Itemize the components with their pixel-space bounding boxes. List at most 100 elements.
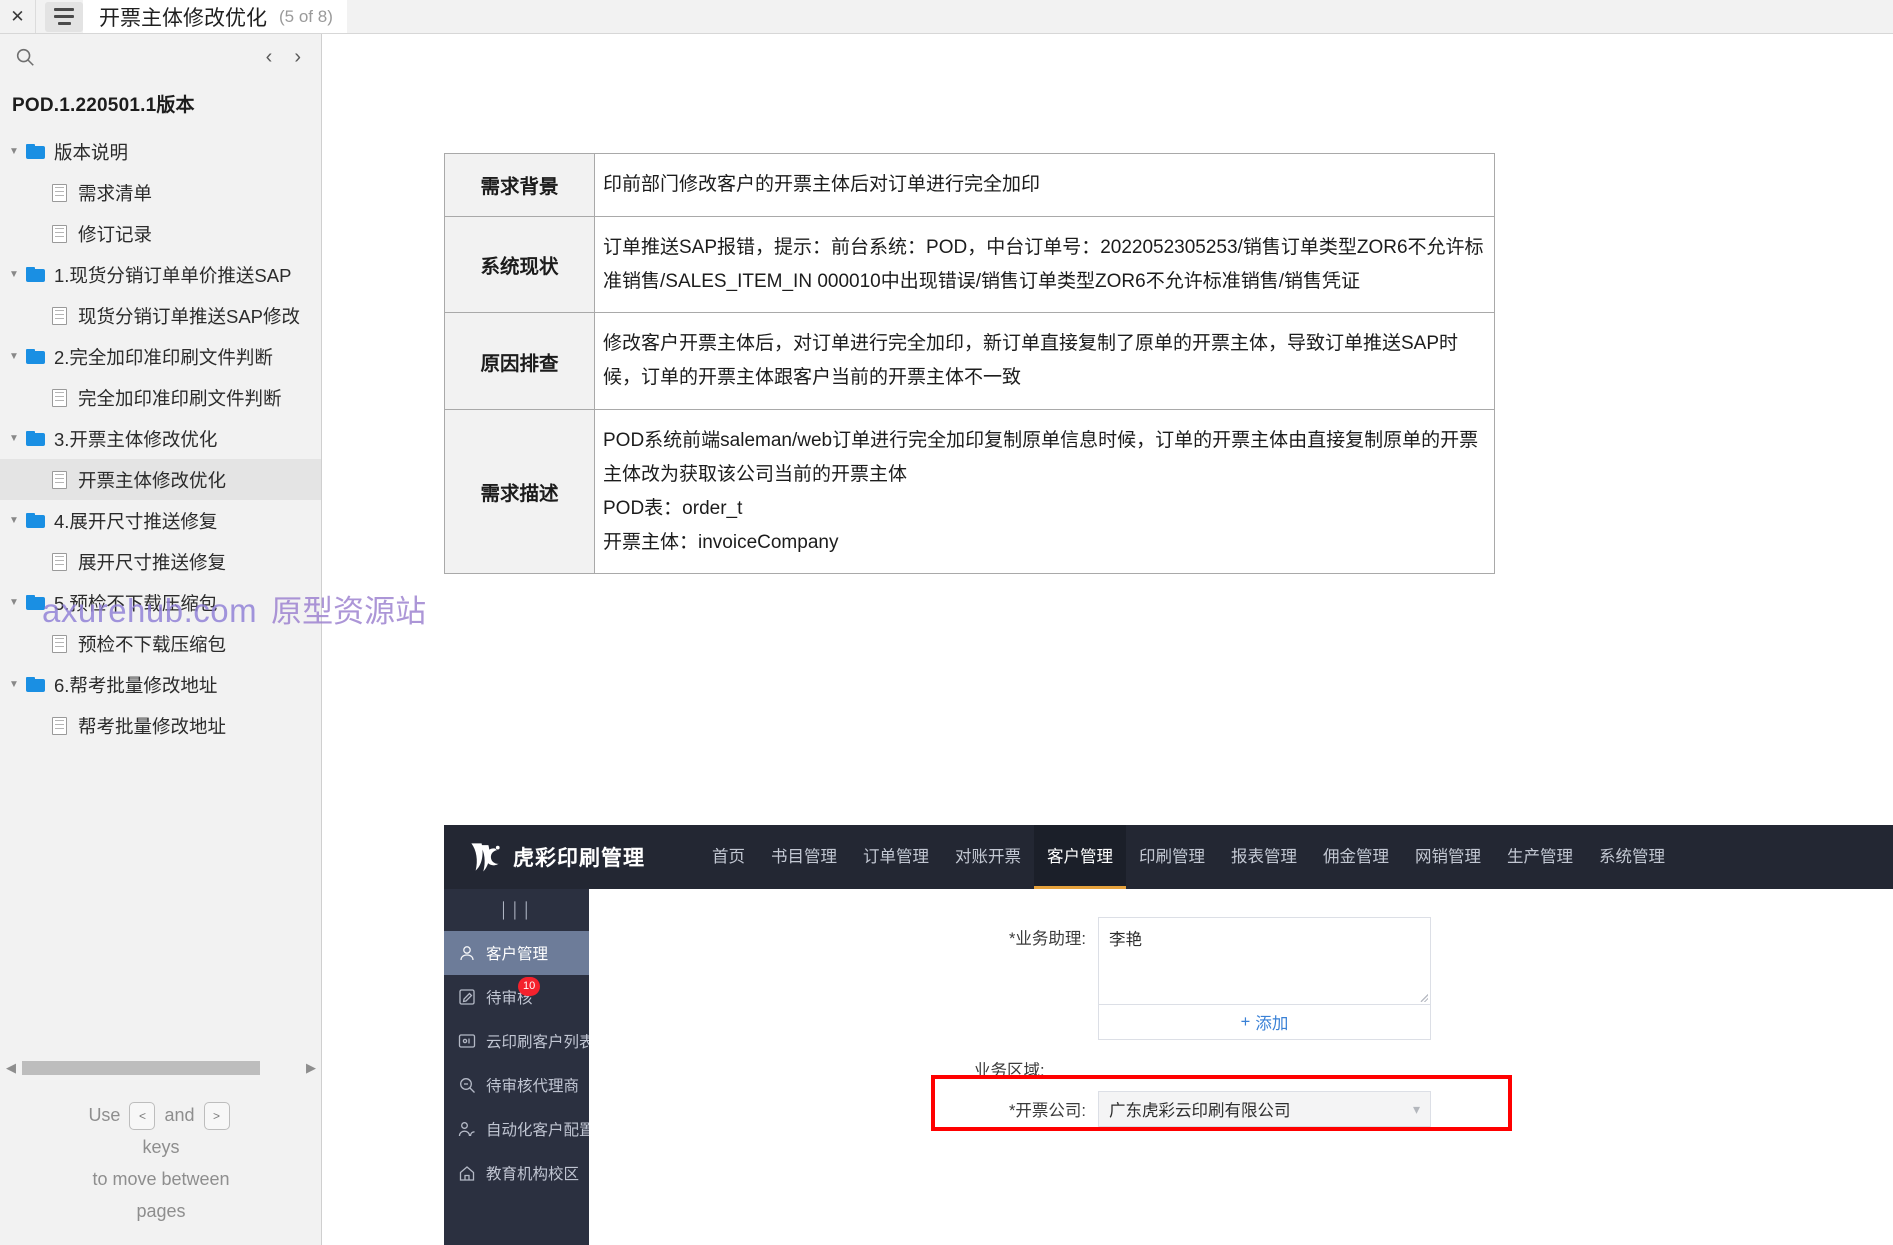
app-sidebar-item[interactable]: 自动化客户配置 — [444, 1107, 595, 1151]
page-icon — [52, 634, 67, 653]
prototype-canvas: 需求背景 印前部门修改客户的开票主体后对订单进行完全加印 系统现状 订单推送SAP报错… — [323, 34, 1893, 1245]
scrollbar-track[interactable] — [22, 1061, 300, 1075]
sitemap-sidebar: ‹ › POD.1.220501.1版本 ▼ 版本说明需求清单修订记录 ▼ 1.现货分… — [0, 34, 322, 1245]
app-nav-menu: 首页 书目管理 订单管理 对账开票 客户管理 印刷管理 报表管理 佣金管理 网销管理 生产管理 系统… — [699, 825, 1678, 889]
app-logo[interactable]: 虎彩印刷管理 — [466, 840, 645, 874]
tree-item-label: 6.帮考批量修改地址 — [54, 674, 218, 696]
tree-folder-item[interactable]: ▼ 版本说明 — [0, 131, 321, 172]
table-row-value: POD系统前端saleman/web订单进行完全加印复制原单信息时候，订单的开票… — [594, 409, 1495, 575]
hint-line-2: keys — [142, 1137, 180, 1157]
hamburger-line — [57, 22, 71, 25]
tree-page-item[interactable]: 需求清单 — [0, 172, 321, 213]
invoice-company-value: 广东虎彩云印刷有限公司 — [1109, 1102, 1291, 1120]
app-sidebar-item[interactable]: 云印刷客户列表 — [444, 1019, 595, 1063]
folder-icon — [26, 431, 45, 446]
assistant-textarea[interactable]: 李艳 — [1098, 917, 1431, 1005]
app-nav-item[interactable]: 系统管理 — [1586, 825, 1678, 889]
next-page-button[interactable]: › — [294, 47, 301, 67]
folder-icon — [26, 267, 45, 282]
tree-folder-item[interactable]: ▼ 4.展开尺寸推送修复 — [0, 500, 321, 541]
app-nav-item[interactable]: 印刷管理 — [1126, 825, 1218, 889]
tree-page-item[interactable]: 帮考批量修改地址 — [0, 705, 321, 746]
app-nav-item[interactable]: 订单管理 — [850, 825, 942, 889]
hamburger-line — [54, 15, 74, 18]
tree-page-item[interactable]: 完全加印准印刷文件判断 — [0, 377, 321, 418]
brand-name: 虎彩印刷管理 — [513, 847, 645, 870]
search-doc-icon — [460, 1078, 475, 1093]
tree-item-label: 5.预检不下载压缩包 — [54, 592, 218, 614]
tree-page-item[interactable]: 展开尺寸推送修复 — [0, 541, 321, 582]
app-sidebar-item-label: 云印刷客户列表 — [486, 1034, 595, 1051]
key-next-icon: > — [203, 1102, 230, 1131]
tree-item-label: 4.展开尺寸推送修复 — [54, 510, 218, 532]
chevron-down-icon[interactable]: ▼ — [2, 146, 26, 157]
tree-page-item[interactable]: 现货分销订单推送SAP修改 — [0, 295, 321, 336]
close-icon[interactable]: ✕ — [0, 0, 36, 33]
invoice-company-select[interactable]: 广东虎彩云印刷有限公司 ▾ — [1098, 1091, 1431, 1127]
hamburger-icon[interactable] — [45, 1, 83, 32]
app-nav-item[interactable]: 书目管理 — [758, 825, 850, 889]
app-sidebar-item[interactable]: 客户管理 — [444, 931, 589, 975]
app-nav-item[interactable]: 生产管理 — [1494, 825, 1586, 889]
tree-page-item[interactable]: 预检不下载压缩包 — [0, 623, 321, 664]
chevron-down-icon[interactable]: ▼ — [2, 597, 26, 608]
chevron-down-icon[interactable]: ▼ — [2, 433, 26, 444]
chevron-down-icon: ▾ — [1412, 1100, 1420, 1117]
table-cell-line: POD系统前端saleman/web订单进行完全加印复制原单信息时候，订单的开票… — [603, 430, 1479, 485]
tree-item-label: 需求清单 — [78, 182, 153, 204]
scroll-right-icon[interactable]: ▶ — [300, 1060, 322, 1076]
requirement-table: 需求背景 印前部门修改客户的开票主体后对订单进行完全加印 系统现状 订单推送SAP报错… — [444, 153, 1495, 575]
page-counter: (5 of 8) — [279, 6, 333, 26]
invoice-company-label: *开票公司: — [1008, 1102, 1086, 1120]
app-sidebar-item-label: 教育机构校区 — [486, 1166, 580, 1183]
app-nav-item[interactable]: 网销管理 — [1402, 825, 1494, 889]
app-sidebar-item[interactable]: 待审核代理商 — [444, 1063, 589, 1107]
page-icon — [52, 183, 67, 202]
app-sidebar-item-label: 自动化客户配置 — [486, 1122, 595, 1139]
sitemap-tree: ▼ 版本说明需求清单修订记录 ▼ 1.现货分销订单单价推送SAP 现货分销订单推送SAP… — [0, 131, 321, 746]
sidebar-horizontal-scrollbar[interactable]: ◀ ▶ — [0, 1055, 322, 1081]
chevron-down-icon[interactable]: ▼ — [2, 679, 26, 690]
tree-folder-item[interactable]: ▼ 2.完全加印准印刷文件判断 — [0, 336, 321, 377]
scroll-left-icon[interactable]: ◀ — [0, 1060, 22, 1076]
edit-icon — [459, 989, 475, 1005]
search-icon[interactable] — [14, 46, 36, 68]
tree-folder-item[interactable]: ▼ 6.帮考批量修改地址 — [0, 664, 321, 705]
table-cell-line: 修改客户开票主体后，对订单进行完全加印，新订单直接复制了原单的开票主体，导致订单… — [603, 333, 1459, 389]
table-cell-line: 订单推送SAP报错，提示：前台系统：POD，中台订单号：202205230525… — [603, 236, 1484, 292]
app-sidebar-item[interactable]: 待审核 10 — [444, 975, 589, 1019]
tree-folder-item[interactable]: ▼ 3.开票主体修改优化 — [0, 418, 321, 459]
app-sidebar-item[interactable]: 教育机构校区 — [444, 1151, 589, 1195]
notification-badge: 10 — [518, 977, 541, 996]
prev-page-button[interactable]: ‹ — [266, 47, 273, 67]
user-icon — [460, 946, 474, 961]
collapse-icon[interactable]: │││ — [444, 889, 589, 931]
add-label: 添加 — [1255, 1015, 1289, 1033]
page-icon — [52, 716, 67, 735]
table-cell-line: 印前部门修改客户的开票主体后对订单进行完全加印 — [603, 174, 1041, 195]
app-nav-item[interactable]: 对账开票 — [942, 825, 1034, 889]
tree-folder-item[interactable]: ▼ 1.现货分销订单单价推送SAP — [0, 254, 321, 295]
home-icon — [459, 1166, 475, 1181]
tree-item-label: 现货分销订单推送SAP修改 — [78, 305, 301, 327]
folder-icon — [26, 513, 45, 528]
app-nav-item[interactable]: 客户管理 — [1034, 825, 1126, 889]
app-nav-item[interactable]: 首页 — [699, 825, 758, 889]
chevron-down-icon[interactable]: ▼ — [2, 269, 26, 280]
tree-page-item[interactable]: 开票主体修改优化 — [0, 459, 321, 500]
assistant-textarea-wrap: 李艳 — [1098, 917, 1431, 1005]
app-nav-item[interactable]: 报表管理 — [1218, 825, 1310, 889]
table-row: 系统现状 订单推送SAP报错，提示：前台系统：POD，中台订单号：20220523… — [444, 215, 1495, 314]
page-title-tab[interactable]: 开票主体修改优化 (5 of 8) — [83, 0, 347, 33]
add-assistant-button[interactable]: + 添加 — [1098, 1005, 1431, 1040]
keyboard-hint: Use < and > keys to move between pages — [0, 1099, 322, 1227]
tree-item-label: 修订记录 — [78, 223, 153, 245]
tree-folder-item[interactable]: ▼ 5.预检不下载压缩包 — [0, 582, 321, 623]
tree-page-item[interactable]: 修订记录 — [0, 213, 321, 254]
chevron-down-icon[interactable]: ▼ — [2, 515, 26, 526]
invoice-company-field-row: *开票公司: 广东虎彩云印刷有限公司 ▾ — [966, 1091, 1431, 1127]
scrollbar-thumb[interactable] — [22, 1061, 260, 1075]
app-nav-item[interactable]: 佣金管理 — [1310, 825, 1402, 889]
project-version-title: POD.1.220501.1版本 — [12, 95, 195, 116]
chevron-down-icon[interactable]: ▼ — [2, 351, 26, 362]
